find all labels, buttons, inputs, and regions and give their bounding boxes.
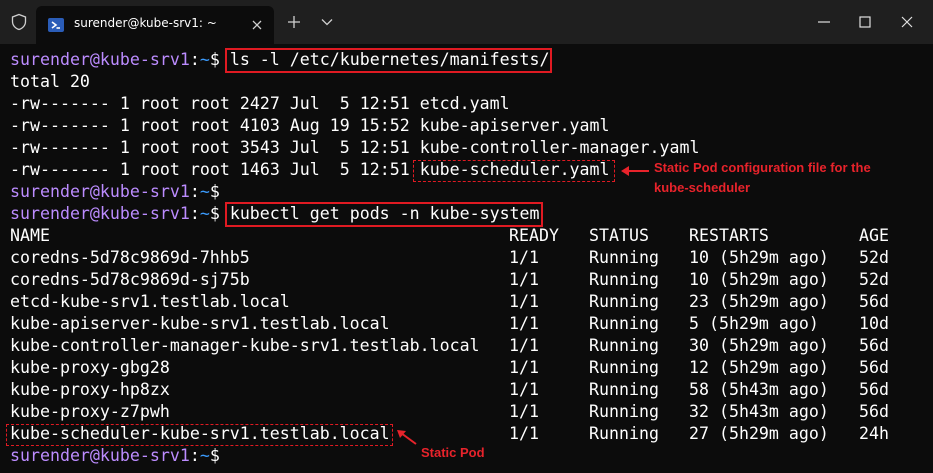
table-cell: Running: [589, 336, 659, 355]
table-cell: 1/1: [509, 380, 539, 399]
terminal-output[interactable]: surender@kube-srv1:~$ ls -l /etc/kuberne…: [0, 44, 933, 473]
title-bar: surender@kube-srv1: ~: [0, 0, 933, 44]
highlight-box-scheduler-yaml: [413, 160, 615, 182]
prompt-separator: :: [189, 50, 200, 69]
table-cell: 10d: [859, 314, 889, 333]
annotation-static-pod-config: Static Pod configuration file for the kub…: [654, 160, 871, 195]
table-row: kube-proxy-hp8zx: [10, 380, 170, 399]
prompt-line: surender@kube-srv1:~$: [10, 446, 220, 465]
table-cell: Running: [589, 314, 659, 333]
table-row: etcd-kube-srv1.testlab.local: [10, 292, 290, 311]
table-cell: 1/1: [509, 248, 539, 267]
close-tab-icon[interactable]: [250, 18, 264, 32]
close-window-icon[interactable]: [899, 14, 915, 30]
table-cell: 27 (5h29m ago): [689, 424, 829, 443]
highlight-box-kubectl-command: [225, 202, 543, 227]
table-header-restarts: RESTARTS: [689, 226, 769, 245]
arrow-left-icon: [621, 166, 649, 176]
highlight-box-ls-command: [225, 48, 552, 73]
table-cell: Running: [589, 248, 659, 267]
table-cell: 1/1: [509, 270, 539, 289]
table-row: kube-controller-manager-kube-srv1.testla…: [10, 336, 480, 355]
table-cell: Running: [589, 380, 659, 399]
table-cell: Running: [589, 402, 659, 421]
table-row: coredns-5d78c9869d-7hhb5: [10, 248, 250, 267]
table-row: kube-apiserver-kube-srv1.testlab.local: [10, 314, 390, 333]
table-cell: 12 (5h29m ago): [689, 358, 829, 377]
table-cell: Running: [589, 358, 659, 377]
ls-total: total 20: [10, 72, 90, 91]
table-cell: 52d: [859, 248, 889, 267]
table-cell: 56d: [859, 292, 889, 311]
ls-file-row: -rw------- 1 root root 4103 Aug 19 15:52…: [10, 116, 610, 135]
table-cell: 58 (5h43m ago): [689, 380, 829, 399]
new-tab-icon[interactable]: [286, 14, 302, 30]
annotation-static-pod: Static Pod: [421, 445, 485, 460]
table-header-status: STATUS: [589, 226, 649, 245]
table-cell: 23 (5h29m ago): [689, 292, 829, 311]
tab-terminal[interactable]: surender@kube-srv1: ~: [36, 6, 274, 44]
table-row: coredns-5d78c9869d-sj75b: [10, 270, 250, 289]
table-cell: 1/1: [509, 402, 539, 421]
tab-title: surender@kube-srv1: ~: [74, 16, 217, 30]
table-cell: 56d: [859, 402, 889, 421]
table-row: kube-proxy-gbg28: [10, 358, 170, 377]
ls-file-row: -rw------- 1 root root 3543 Jul 5 12:51 …: [10, 138, 700, 157]
table-header-age: AGE: [859, 226, 889, 245]
table-header-name: NAME: [10, 226, 50, 245]
table-cell: 56d: [859, 380, 889, 399]
table-cell: Running: [589, 424, 659, 443]
table-cell: 10 (5h29m ago): [689, 270, 829, 289]
prompt-user: surender@kube-srv1: [10, 50, 190, 69]
table-row: kube-proxy-z7pwh: [10, 402, 170, 421]
table-cell: 52d: [859, 270, 889, 289]
table-cell: 56d: [859, 336, 889, 355]
table-cell: 30 (5h29m ago): [689, 336, 829, 355]
chevron-down-icon[interactable]: [320, 16, 334, 28]
ls-file-row: -rw------- 1 root root 2427 Jul 5 12:51 …: [10, 94, 510, 113]
table-cell: 1/1: [509, 358, 539, 377]
table-cell: 5 (5h29m ago): [689, 314, 819, 333]
table-cell: 56d: [859, 358, 889, 377]
prompt-dollar: $: [209, 50, 220, 69]
shield-icon[interactable]: [10, 13, 28, 31]
table-cell: 1/1: [509, 314, 539, 333]
table-cell: Running: [589, 270, 659, 289]
table-cell: 24h: [859, 424, 889, 443]
highlight-box-scheduler-pod: [6, 424, 393, 446]
table-cell: 1/1: [509, 424, 539, 443]
prompt-path: ~: [199, 50, 210, 69]
arrow-up-left-icon: [397, 430, 417, 445]
table-cell: 10 (5h29m ago): [689, 248, 829, 267]
minimize-icon[interactable]: [816, 14, 832, 30]
terminal-window: surender@kube-srv1: ~ surender@kube-srv1…: [0, 0, 933, 473]
table-header-ready: READY: [509, 226, 559, 245]
prompt-line: surender@kube-srv1:~$: [10, 182, 220, 201]
table-cell: 1/1: [509, 336, 539, 355]
table-cell: 32 (5h43m ago): [689, 402, 829, 421]
table-cell: 1/1: [509, 292, 539, 311]
maximize-icon[interactable]: [857, 14, 873, 30]
powershell-icon: [48, 18, 64, 32]
table-cell: Running: [589, 292, 659, 311]
